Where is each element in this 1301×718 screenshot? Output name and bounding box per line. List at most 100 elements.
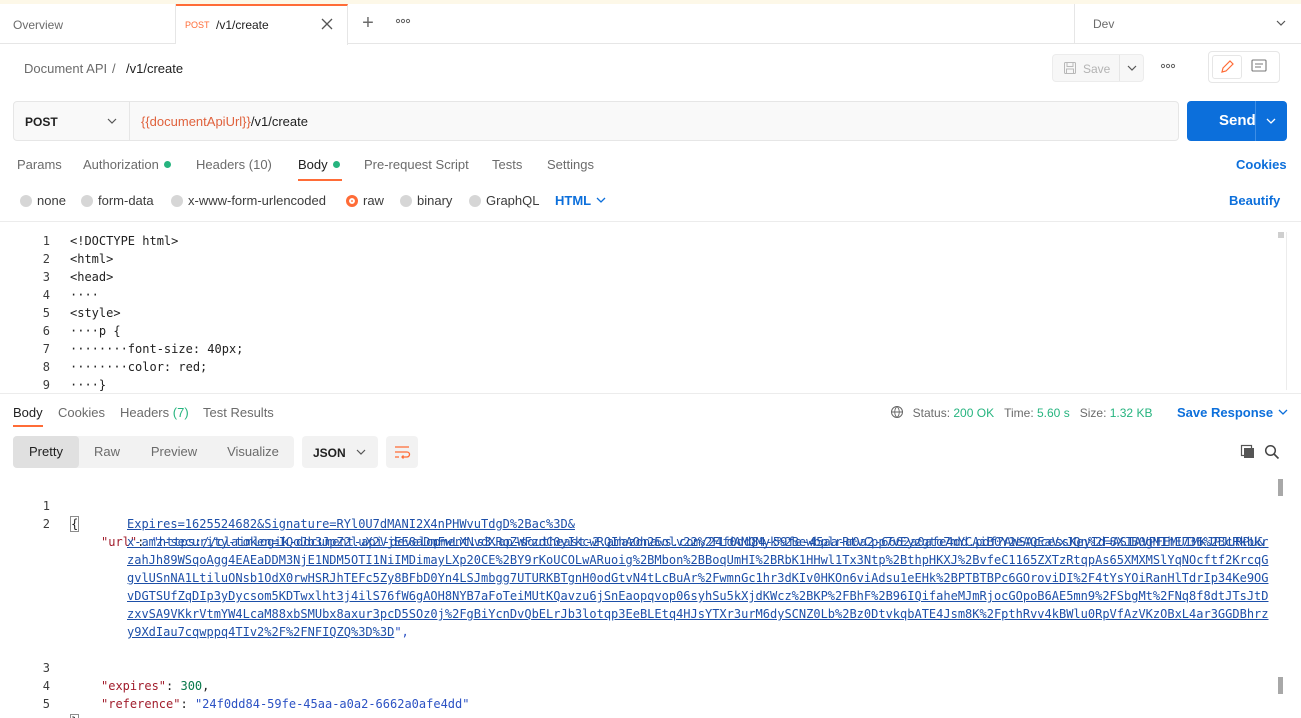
globe-icon[interactable] <box>890 406 906 420</box>
send-divider <box>1255 101 1256 141</box>
tab-overview[interactable]: Overview <box>0 4 176 44</box>
json-link[interactable]: Expires=1625524682&Signature=RYl0U7dMANI… <box>127 517 575 531</box>
tab-body[interactable]: Body <box>298 157 340 172</box>
chevron-down-icon[interactable] <box>1265 115 1277 130</box>
radio-form-data[interactable]: form-data <box>81 193 154 208</box>
response-tab-test-results[interactable]: Test Results <box>203 405 274 420</box>
cookies-link[interactable]: Cookies <box>1236 157 1287 172</box>
response-tab-cookies[interactable]: Cookies <box>58 405 105 420</box>
environment-label: Dev <box>1093 17 1115 31</box>
response-meta: Status: 200 OK Time: 5.60 s Size: 1.32 K… <box>890 405 1152 420</box>
status-dot <box>163 161 171 168</box>
status-value[interactable]: 200 OK <box>953 406 994 420</box>
environment-selector[interactable]: Dev <box>1074 4 1301 44</box>
radio-graphql[interactable]: GraphQL <box>469 193 539 208</box>
response-line: gvlUSnNA1LtiluONsb1OdX0rwHSRJhTEFc5Zy8BF… <box>0 569 1275 587</box>
tab-body-label: Body <box>298 157 328 172</box>
method-select[interactable]: POST <box>14 102 130 140</box>
copy-icon[interactable] <box>1240 444 1256 463</box>
json-link[interactable]: y9XdIau7cqwppq4TIv2%2F%2FNFIQZQ%3D%3D <box>127 625 394 639</box>
plus-icon[interactable]: + <box>358 13 378 34</box>
line-number: 1 <box>42 234 50 248</box>
beautify-link[interactable]: Beautify <box>1229 193 1280 208</box>
breadcrumb-request[interactable]: /v1/create <box>126 61 183 76</box>
size-value[interactable]: 1.32 KB <box>1110 406 1153 420</box>
pencil-icon[interactable] <box>1212 55 1242 79</box>
json-link[interactable]: vDGTSUfZqDIp3yDycsom5KDTwxlht3j4ilS76fW6… <box>127 589 1269 603</box>
code-text: <style> <box>70 306 121 320</box>
radio-graphql-label: GraphQL <box>486 193 540 208</box>
code-text: ····} <box>70 378 107 392</box>
time-value[interactable]: 5.60 s <box>1037 406 1070 420</box>
response-line: 3 "expires": 300, <box>0 641 1275 693</box>
save-response-label: Save Response <box>1177 405 1274 420</box>
response-tab-headers-label: Headers <box>120 405 170 420</box>
save-divider <box>1119 55 1120 81</box>
view-visualize[interactable]: Visualize <box>213 436 293 468</box>
response-line: vDGTSUfZqDIp3yDycsom5KDTwxlht3j4ilS76fW6… <box>0 587 1275 605</box>
response-tab-headers[interactable]: Headers (7) <box>120 405 189 420</box>
more-horizontal-icon[interactable] <box>1160 58 1176 77</box>
radio-circle-selected <box>346 195 358 207</box>
url-input[interactable]: {{documentApiUrl}}/v1/create <box>141 114 308 129</box>
editor-scrollbar-track <box>1286 232 1287 390</box>
wrap-lines-icon[interactable] <box>386 436 418 468</box>
response-line: x-amz-security-token=IQoJb3JpZ2luX2VjEE8… <box>0 533 1275 551</box>
search-icon[interactable] <box>1264 444 1280 463</box>
request-body-editor[interactable]: 1 <!DOCTYPE html> 2 <html> 3 <head> 4 ···· 5 <sty… <box>0 221 1301 392</box>
response-line: 2 "url": "https://claimlogik-document-ap… <box>0 497 1275 549</box>
response-line: zxvSA9VKkrVtmYW4LcaM88xbSMUbx8axur3pcD5S… <box>0 605 1275 623</box>
radio-binary[interactable]: binary <box>400 193 452 208</box>
language-select[interactable]: HTML <box>555 193 607 208</box>
tab-params[interactable]: Params <box>17 157 62 172</box>
line-number: 2 <box>42 252 50 266</box>
code-text: <!DOCTYPE html> <box>70 234 179 248</box>
view-preview[interactable]: Preview <box>137 436 211 468</box>
response-scrollbar-thumb[interactable] <box>1278 677 1283 694</box>
editor-line: 3 <head> <box>0 268 1270 286</box>
json-link[interactable]: gvlUSnNA1LtiluONsb1OdX0rwHSRJhTEFc5Zy8BF… <box>127 571 1269 585</box>
pane-divider[interactable] <box>0 393 1301 394</box>
response-tab-body[interactable]: Body <box>13 405 43 420</box>
line-number: 5 <box>42 697 50 711</box>
format-select[interactable]: JSON <box>302 436 378 468</box>
tab-authorization[interactable]: Authorization <box>83 157 171 172</box>
send-button[interactable]: Send <box>1187 101 1287 141</box>
close-icon[interactable] <box>319 16 335 32</box>
code-text: ········font-size: 40px; <box>70 342 244 356</box>
line-number: 5 <box>42 306 50 320</box>
json-link[interactable]: x-amz-security-token=IQoJb3JpZ2luX2VjEE8… <box>127 535 1269 549</box>
radio-circle <box>171 195 183 207</box>
save-button[interactable]: Save <box>1052 54 1144 82</box>
size-label: Size: <box>1079 406 1107 420</box>
tab-tests[interactable]: Tests <box>492 157 522 172</box>
json-link[interactable]: zahJh89WSqoAgg4EAEaDDM3NjE1NDM5OTI1NiIMD… <box>127 553 1269 567</box>
view-pretty[interactable]: Pretty <box>13 436 79 468</box>
tab-method-badge: POST <box>185 20 210 30</box>
save-response-button[interactable]: Save Response <box>1177 405 1289 420</box>
editor-scrollbar-thumb[interactable] <box>1278 232 1284 238</box>
comment-icon[interactable] <box>1249 58 1269 79</box>
tab-request-create[interactable]: POST /v1/create <box>176 4 348 45</box>
save-label: Save <box>1083 62 1111 76</box>
radio-urlencoded-label: x-www-form-urlencoded <box>188 193 326 208</box>
view-raw[interactable]: Raw <box>79 436 135 468</box>
radio-none-label: none <box>37 193 66 208</box>
tab-prerequest-script[interactable]: Pre-request Script <box>364 157 469 172</box>
chevron-down-icon[interactable] <box>1126 62 1138 77</box>
radio-urlencoded[interactable]: x-www-form-urlencoded <box>171 193 326 208</box>
tab-settings[interactable]: Settings <box>547 157 594 172</box>
tab-bar: Overview POST /v1/create + Dev <box>0 4 1301 45</box>
response-scrollbar-thumb[interactable] <box>1278 479 1283 496</box>
tab-request-path: /v1/create <box>216 18 269 32</box>
more-horizontal-icon[interactable] <box>395 13 415 32</box>
format-label: JSON <box>313 446 346 460</box>
radio-none[interactable]: none <box>20 193 66 208</box>
json-link[interactable]: zxvSA9VKkrVtmYW4LcaM88xbSMUbx8axur3pcD5S… <box>127 607 1269 621</box>
editor-line: 4 ···· <box>0 286 1270 304</box>
breadcrumb-collection[interactable]: Document API <box>24 61 107 76</box>
tab-headers[interactable]: Headers (10) <box>196 157 272 172</box>
chevron-down-icon <box>355 446 367 461</box>
code-text: ····p { <box>70 324 121 338</box>
radio-raw[interactable]: raw <box>346 193 384 208</box>
